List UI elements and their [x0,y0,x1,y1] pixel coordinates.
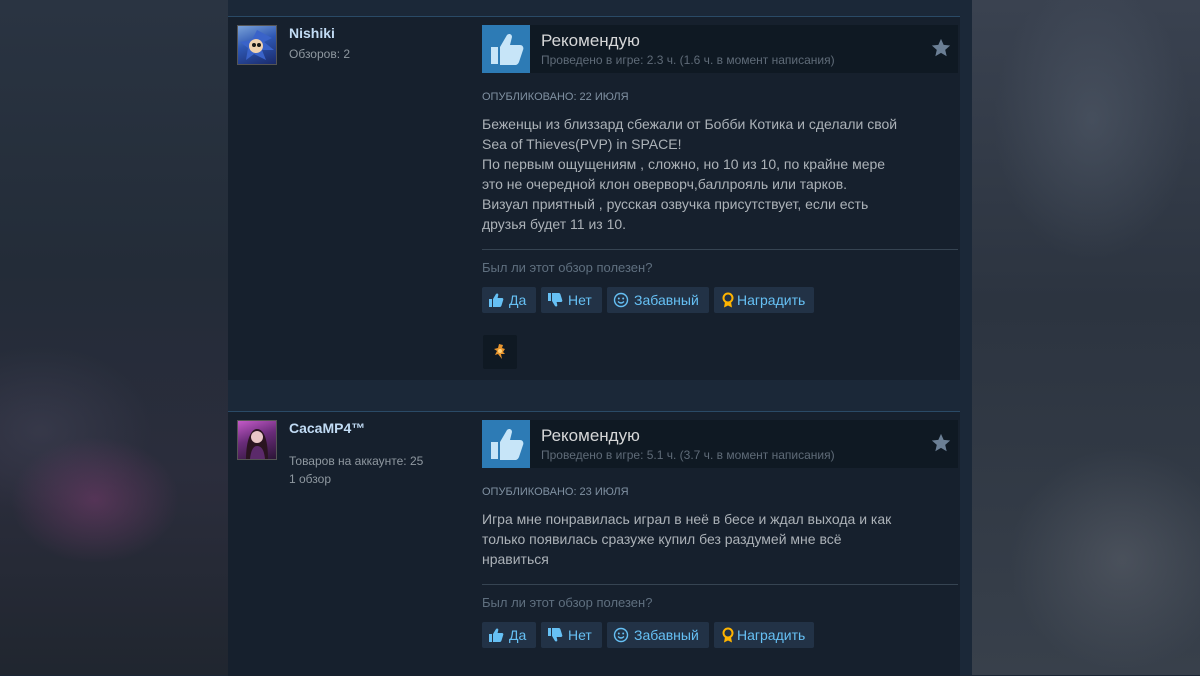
vote-funny-button[interactable]: Забавный [607,287,709,313]
helpful-question: Был ли этот обзор полезен? [482,595,653,610]
smiley-icon [613,627,629,643]
review-text-line: нравиться [482,551,549,567]
review-text-line: Игра мне понравилась играл в неё в бесе … [482,511,892,527]
author-name[interactable]: Nishiki [289,25,335,41]
reviews-column: Nishiki Обзоров: 2 Рекомендую Проведено … [228,0,972,676]
thumbs-down-icon [548,293,563,307]
award-ribbon-icon [722,627,734,643]
review-card: Nishiki Обзоров: 2 Рекомендую Проведено … [228,16,960,381]
thumbs-up-icon [482,420,530,468]
helpful-question: Был ли этот обзор полезен? [482,260,653,275]
review-verdict: Рекомендую [541,31,640,50]
vote-no-label: Нет [568,627,592,643]
divider [482,584,958,585]
award-label: Наградить [737,292,806,308]
vote-header[interactable]: Рекомендую Проведено в игре: 2.3 ч. (1.6… [482,25,958,73]
review-text-line: это не очередной клон оверворч,баллрояль… [482,176,848,192]
vote-no-label: Нет [568,292,592,308]
review-card: CacaMP4™ Товаров на аккаунте: 25 1 обзор… [228,411,960,676]
review-gap [228,0,972,16]
posted-date: Опубликовано: 22 июля [482,91,629,103]
thumbs-up-icon [482,25,530,73]
vote-no-button[interactable]: Нет [541,622,602,648]
author-review-count[interactable]: 1 обзор [289,472,331,486]
vote-yes-button[interactable]: Да [482,622,536,648]
vote-yes-label: Да [509,627,527,643]
divider [482,249,958,250]
review-text-line: только появилась сразуже купил без разду… [482,531,842,547]
avatar[interactable] [237,25,277,65]
review-text: Беженцы из близзард сбежали от Бобби Кот… [482,114,952,234]
vote-header[interactable]: Рекомендую Проведено в игре: 5.1 ч. (3.7… [482,420,958,468]
smiley-icon [613,292,629,308]
award-button[interactable]: Наградить [714,622,814,648]
vote-no-button[interactable]: Нет [541,287,602,313]
avatar[interactable] [237,420,277,460]
review-text-line: Беженцы из близзард сбежали от Бобби Кот… [482,116,898,132]
vote-yes-button[interactable]: Да [482,287,536,313]
review-text-line: По первым ощущениям , сложно, но 10 из 1… [482,156,886,172]
review-text-line: Sea of Thieves(PVP) in SPACE! [482,136,682,152]
vote-funny-button[interactable]: Забавный [607,622,709,648]
author-name[interactable]: CacaMP4™ [289,420,365,436]
award-label: Наградить [737,627,806,643]
award-badge-icon [494,344,505,359]
vote-funny-label: Забавный [634,627,699,643]
thumbs-up-icon [489,628,504,642]
vote-funny-label: Забавный [634,292,699,308]
star-icon[interactable] [930,37,952,59]
review-text-line: друзья будет 11 из 10. [482,216,627,232]
review-text: Игра мне понравилась играл в неё в бесе … [482,509,952,569]
playtime: Проведено в игре: 2.3 ч. (1.6 ч. в момен… [541,53,835,67]
background-left [0,0,228,675]
thumbs-up-icon [489,293,504,307]
posted-date: Опубликовано: 23 июля [482,486,629,498]
background-right [972,0,1200,675]
playtime: Проведено в игре: 5.1 ч. (3.7 ч. в момен… [541,448,835,462]
review-text-line: Визуал приятный , русская озвучка присут… [482,196,869,212]
received-award-badge[interactable] [483,335,517,369]
author-product-count[interactable]: Товаров на аккаунте: 25 [289,454,423,468]
award-button[interactable]: Наградить [714,287,814,313]
review-gap [228,380,972,411]
vote-yes-label: Да [509,292,527,308]
review-verdict: Рекомендую [541,426,640,445]
award-ribbon-icon [722,292,734,308]
author-review-count[interactable]: Обзоров: 2 [289,47,350,61]
star-icon[interactable] [930,432,952,454]
thumbs-down-icon [548,628,563,642]
